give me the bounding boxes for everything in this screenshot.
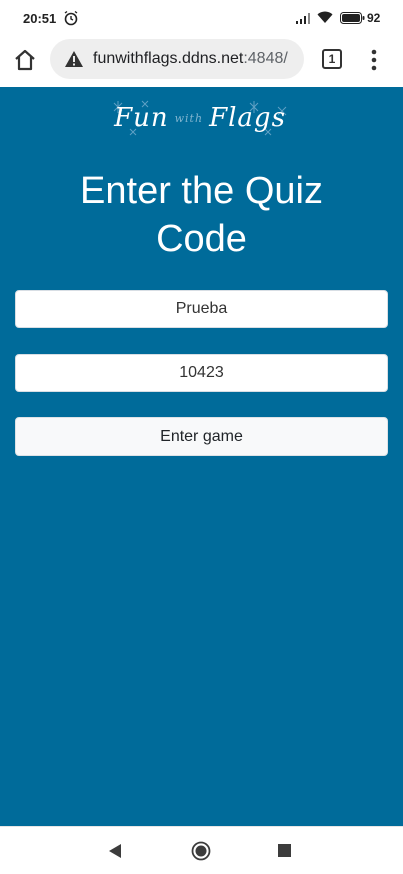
page-content: Fun with Flags Enter the Quiz Code Enter…	[0, 87, 403, 826]
logo-fun: Fun	[114, 103, 169, 133]
logo-flags: Flags	[209, 103, 286, 133]
enter-game-button[interactable]: Enter game	[15, 417, 388, 456]
battery-icon	[340, 12, 365, 24]
tab-count: 1	[328, 52, 336, 66]
battery-level: 92	[367, 11, 381, 25]
url-host: funwithflags.ddns.net	[93, 50, 244, 67]
enter-game-label: Enter game	[160, 427, 243, 445]
status-bar: 20:51 92	[0, 0, 403, 36]
tab-switcher-button[interactable]: 1	[322, 49, 342, 69]
status-time: 20:51	[23, 11, 57, 26]
fun-with-flags-logo: Fun with Flags	[100, 93, 300, 143]
back-icon[interactable]	[108, 843, 122, 859]
browser-toolbar: funwithflags.ddns.net:4848/ 1	[0, 36, 403, 87]
page-title-line-1: Enter the Quiz	[80, 170, 323, 212]
system-navigation-bar	[0, 826, 403, 874]
home-icon[interactable]	[12, 47, 38, 73]
logo-text: Fun with Flags	[100, 93, 300, 143]
home-circle-icon[interactable]	[191, 841, 211, 861]
more-menu-icon[interactable]	[366, 47, 382, 73]
quiz-code-input[interactable]	[15, 354, 388, 392]
signal-icon	[296, 13, 310, 24]
recent-apps-icon[interactable]	[278, 844, 291, 857]
page-title: Enter the Quiz Code	[0, 167, 403, 263]
url-port: :4848/	[243, 50, 288, 67]
address-bar[interactable]: funwithflags.ddns.net:4848/	[50, 39, 304, 79]
alarm-icon	[64, 10, 78, 26]
wifi-icon	[317, 11, 333, 23]
page-title-line-2: Code	[156, 218, 247, 260]
logo-with: with	[174, 111, 204, 125]
warning-icon[interactable]	[64, 50, 84, 68]
player-name-input[interactable]	[15, 290, 388, 328]
url-text: funwithflags.ddns.net:4848/	[93, 50, 288, 68]
